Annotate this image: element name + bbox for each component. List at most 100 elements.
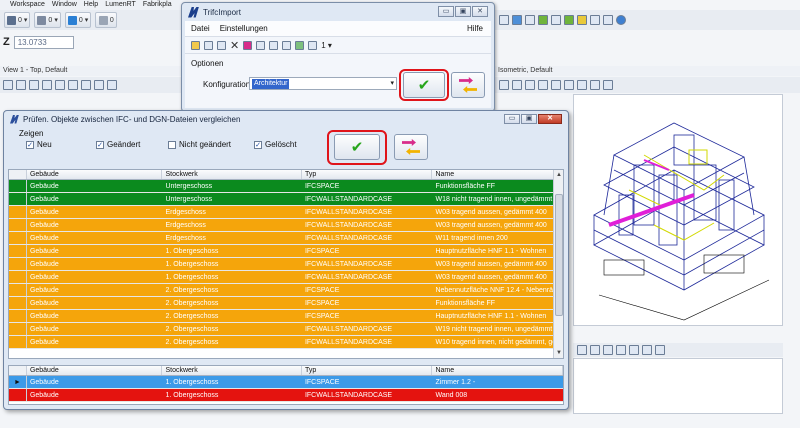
menu-hilfe[interactable]: Hilfe <box>467 24 483 33</box>
menu-workspace[interactable]: Workspace <box>10 0 45 10</box>
konfiguration-select[interactable]: Architektur ▾ <box>249 77 397 90</box>
iso-window-area-icon[interactable] <box>564 80 574 90</box>
lower-pan-icon[interactable] <box>616 345 626 355</box>
row-selector[interactable] <box>9 284 27 296</box>
right-tool-icon-9[interactable] <box>603 15 613 25</box>
changes-row[interactable]: Gebäude 2. Obergeschoss IFCSPACE Funktionsf… <box>9 297 563 310</box>
lower-camera-icon[interactable] <box>629 345 639 355</box>
details-row[interactable]: Gebäude 1. Obergeschoss IFCWALLSTANDARDCAS… <box>9 389 563 402</box>
right-tool-icon-4[interactable] <box>538 15 548 25</box>
changes-row[interactable]: Gebäude Untergeschoss IFCWALLSTANDARDCASE W… <box>9 193 563 206</box>
right-tool-icon-7[interactable] <box>577 15 587 25</box>
fit-view-icon[interactable] <box>81 80 91 90</box>
isometric-building-view[interactable] <box>573 94 783 326</box>
column-name[interactable]: Name <box>432 170 563 179</box>
filter-nicht-geaendert[interactable]: Nicht geändert <box>168 140 254 149</box>
table-icon[interactable] <box>282 40 292 50</box>
changes-row[interactable]: Gebäude 2. Obergeschoss IFCWALLSTANDARDCAS… <box>9 323 563 336</box>
checkbox-geloescht[interactable]: ✓ <box>254 140 262 149</box>
menu-lumenrt[interactable]: LumenRT <box>105 0 136 10</box>
column-typ[interactable]: Typ <box>302 170 433 179</box>
line-style-dropdown[interactable]: 0 ▾ <box>34 12 61 28</box>
rotate-view-icon[interactable] <box>94 80 104 90</box>
scroll-thumb[interactable] <box>555 194 563 316</box>
iso-display-style-icon[interactable] <box>512 80 522 90</box>
iso-fit-view-icon[interactable] <box>577 80 587 90</box>
weight-dropdown[interactable]: 0 <box>95 12 118 28</box>
lower-rotate-icon[interactable] <box>603 345 613 355</box>
compare-swap-button[interactable] <box>394 134 428 160</box>
changes-row[interactable]: Gebäude Untergeschoss IFCSPACE Funktionsflä… <box>9 180 563 193</box>
filter-neu[interactable]: ✓ Neu <box>26 140 96 149</box>
changes-row[interactable]: Gebäude 2. Obergeschoss IFCWALLSTANDARDCAS… <box>9 336 563 349</box>
minimize-button[interactable]: ▭ <box>504 114 520 124</box>
menu-help[interactable]: Help <box>84 0 98 10</box>
minimize-button[interactable]: ▭ <box>438 6 454 17</box>
checkbox-geaendert[interactable]: ✓ <box>96 140 104 149</box>
changes-row[interactable]: Gebäude Erdgeschoss IFCWALLSTANDARDCASE W11… <box>9 232 563 245</box>
info-icon[interactable] <box>616 15 626 25</box>
row-selector[interactable] <box>9 297 27 309</box>
trifcimport-ok-button[interactable]: ✔ <box>403 72 445 98</box>
lower-view-canvas[interactable] <box>573 358 783 414</box>
row-selector[interactable] <box>9 310 27 322</box>
maximize-button[interactable]: ▣ <box>455 6 471 17</box>
display-style-icon[interactable] <box>16 80 26 90</box>
right-tool-icon-3[interactable] <box>525 15 535 25</box>
delete-icon[interactable]: ✕ <box>230 39 239 52</box>
iso-rotate-icon[interactable] <box>590 80 600 90</box>
changes-row[interactable]: Gebäude Erdgeschoss IFCWALLSTANDARDCASE W03… <box>9 206 563 219</box>
filter-icon[interactable] <box>217 40 226 50</box>
detail-column-gebaeude[interactable]: Gebäude <box>27 366 163 375</box>
row-selector[interactable] <box>9 180 27 192</box>
row-selector[interactable] <box>9 206 27 218</box>
filter-geaendert[interactable]: ✓ Geändert <box>96 140 168 149</box>
row-selector[interactable] <box>9 258 27 270</box>
row-selector[interactable] <box>9 271 27 283</box>
changes-row[interactable]: Gebäude 1. Obergeschoss IFCWALLSTANDARDCAS… <box>9 258 563 271</box>
scroll-down-icon[interactable]: ▼ <box>554 348 563 358</box>
detail-column-stockwerk[interactable]: Stockwerk <box>162 366 302 375</box>
menu-datei[interactable]: Datei <box>191 24 210 33</box>
checkbox-nicht-geaendert[interactable] <box>168 140 176 149</box>
column-gebaeude[interactable]: Gebäude <box>27 170 163 179</box>
view-previous-icon[interactable] <box>107 80 117 90</box>
window-area-icon[interactable] <box>68 80 78 90</box>
row-selector[interactable] <box>9 232 27 244</box>
detail-column-typ[interactable]: Typ <box>302 366 433 375</box>
iso-zoom-in-icon[interactable] <box>538 80 548 90</box>
grid-icon[interactable] <box>256 40 266 50</box>
lower-fit-icon[interactable] <box>590 345 600 355</box>
changes-row[interactable]: Gebäude Erdgeschoss IFCWALLSTANDARDCASE W03… <box>9 219 563 232</box>
right-tool-icon-1[interactable] <box>499 15 509 25</box>
changes-row[interactable]: Gebäude 2. Obergeschoss IFCSPACE Hauptnutzf… <box>9 310 563 323</box>
page-icon[interactable] <box>308 40 318 50</box>
level-dropdown[interactable]: 0 ▾ <box>4 12 31 28</box>
row-selector[interactable] <box>9 336 27 348</box>
iso-attributes-icon[interactable] <box>499 80 509 90</box>
menu-einstellungen[interactable]: Einstellungen <box>220 24 268 33</box>
highlight-table-icon[interactable] <box>295 40 305 50</box>
right-tool-icon-2[interactable] <box>512 15 522 25</box>
close-button[interactable]: ✕ <box>538 114 562 124</box>
changes-row[interactable]: Gebäude 2. Obergeschoss IFCSPACE Nebennutzf… <box>9 284 563 297</box>
view-attributes-icon[interactable] <box>3 80 13 90</box>
zoom-out-icon[interactable] <box>55 80 65 90</box>
update-view-icon[interactable] <box>29 80 39 90</box>
row-selector[interactable] <box>9 193 27 205</box>
menu-window[interactable]: Window <box>52 0 77 10</box>
details-row[interactable]: ► Gebäude 1. Obergeschoss IFCSPACE Zimmer 1.… <box>9 376 563 389</box>
import-icon[interactable] <box>204 40 213 50</box>
iso-zoom-out-icon[interactable] <box>551 80 561 90</box>
row-selector[interactable] <box>9 389 27 401</box>
open-file-icon[interactable] <box>191 40 200 50</box>
lower-walk-icon[interactable] <box>655 345 665 355</box>
changes-row[interactable]: Gebäude 1. Obergeschoss IFCSPACE Hauptnutzf… <box>9 245 563 258</box>
right-tool-icon-5[interactable] <box>551 15 561 25</box>
compare-icon[interactable] <box>243 40 253 50</box>
row-selector[interactable] <box>9 245 27 257</box>
list-icon[interactable] <box>269 40 279 50</box>
row-selector[interactable] <box>9 323 27 335</box>
maximize-button[interactable]: ▣ <box>521 114 537 124</box>
iso-camera-icon[interactable] <box>603 80 613 90</box>
